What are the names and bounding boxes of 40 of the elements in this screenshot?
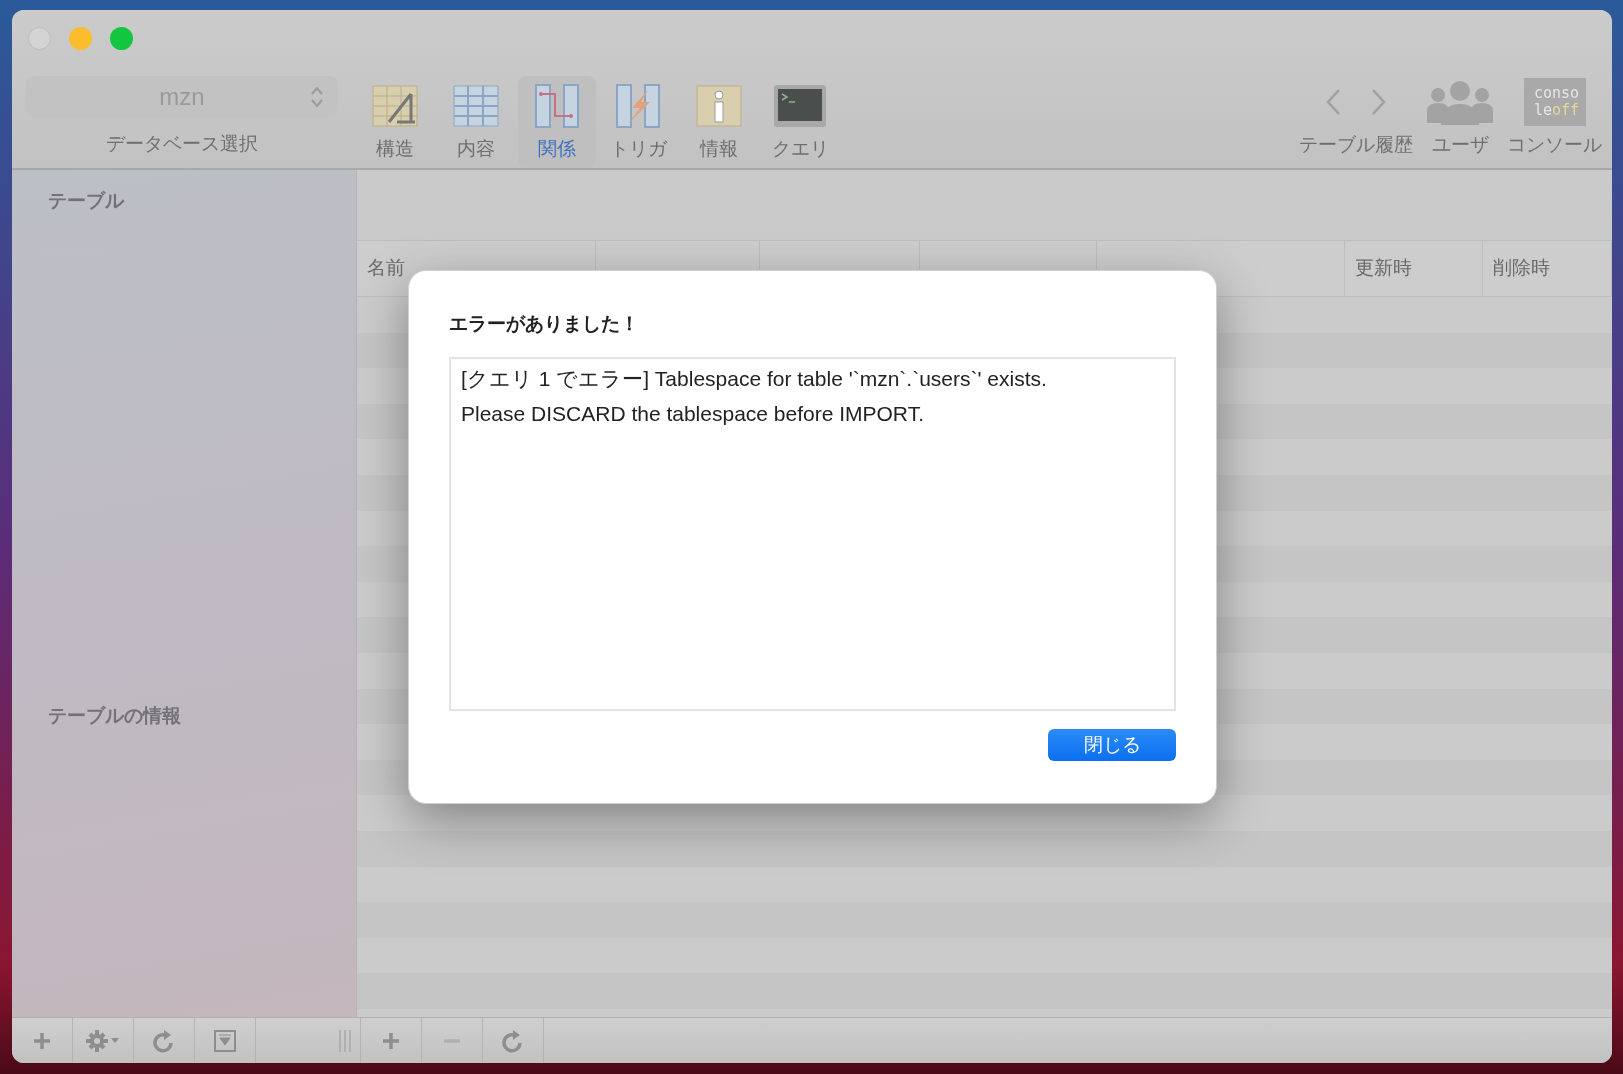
linked-columns-icon [533,82,581,130]
settings-icon [86,1029,120,1052]
dropdown-box-icon [214,1029,236,1052]
table-grid-icon [452,82,500,130]
minimize-button[interactable] [69,27,92,50]
users-button[interactable]: ユーザ [1427,76,1493,158]
forward-button[interactable] [1371,88,1387,116]
toolbar-tab[interactable]: クエリ [761,76,839,168]
database-select-label: データベース選択 [106,132,258,156]
chevron-right-icon [1371,88,1387,116]
refresh-icon [153,1028,175,1053]
column-header[interactable]: 削除時 [1483,241,1612,296]
toolbar-tab[interactable]: 情報 [680,76,758,168]
chevron-up-down-icon [310,85,324,109]
plus-icon [382,1031,400,1050]
toolbar-tab[interactable]: 関係 [518,76,596,168]
plus-icon [33,1031,51,1050]
refresh-icon [502,1028,524,1053]
users-icon [1427,79,1493,125]
table-structure-icon [371,82,419,130]
toolbar-tab[interactable]: 構造 [356,76,434,168]
lightning-columns-icon [614,82,662,130]
close-dialog-button[interactable]: 閉じる [1048,729,1176,761]
splitter-handle-icon[interactable] [338,1029,352,1052]
minus-icon [443,1038,461,1043]
console-off-icon: conso leoff [1523,78,1586,126]
zoom-button[interactable] [110,27,133,50]
console-button[interactable]: conso leoff コンソール [1507,76,1602,158]
sidebar-heading: テーブル [48,189,125,213]
chevron-left-icon [1325,88,1341,116]
error-message-box[interactable]: [クエリ 1 でエラー] Tablespace for table '`mzn`.`users`' exists. Please DISCARD the tablespace before IMPORT. [449,357,1176,711]
column-header[interactable]: 更新時 [1345,241,1483,296]
info-icon [695,82,743,130]
terminal-icon [773,84,827,128]
dialog-title: エラーがありました！ [449,312,640,336]
back-button[interactable] [1325,88,1341,116]
toolbar-tab[interactable]: トリガ [599,76,677,168]
sidebar-heading: テーブルの情報 [48,704,182,728]
history-label: テーブル履歴 [1299,133,1413,157]
toolbar-tab[interactable]: 内容 [437,76,515,168]
